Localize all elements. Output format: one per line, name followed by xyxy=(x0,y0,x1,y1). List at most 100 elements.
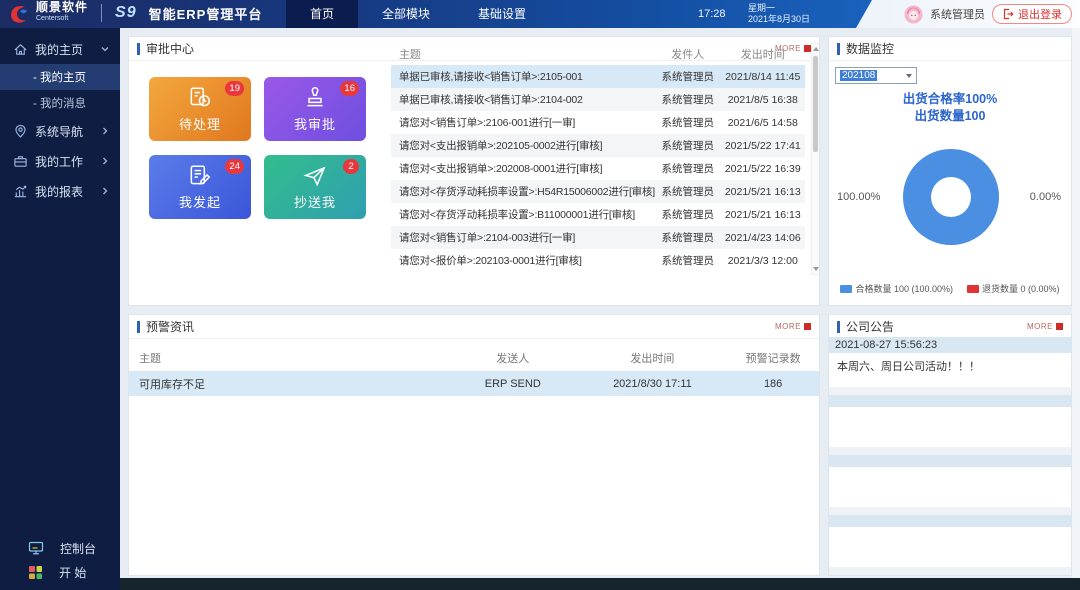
company-logo-icon xyxy=(8,2,30,24)
sidebar-item-label: 系统导航 xyxy=(35,123,93,140)
col-header-subject: 主题 xyxy=(129,345,448,371)
tile-cc-to-me[interactable]: 2 抄送我 xyxy=(264,155,366,219)
cell-time: 2021/8/5 16:38 xyxy=(721,88,805,111)
scrollbar-thumb[interactable] xyxy=(813,56,818,152)
more-icon xyxy=(1056,323,1063,330)
pass-rate-stat: 出货合格率100% xyxy=(829,91,1071,108)
alerts-panel: 预警资讯 MORE 主题 发送人 发出时间 预警记录数 可用库存不足 ERP S… xyxy=(128,314,820,576)
sidebar-subitem-my-messages[interactable]: - 我的消息 xyxy=(0,90,120,116)
chevron-right-icon xyxy=(100,186,110,196)
period-select[interactable]: 202108 xyxy=(835,67,917,84)
cell-sender: 系统管理员 xyxy=(655,157,721,180)
donut-hole xyxy=(931,177,971,217)
cell-sender: 系统管理员 xyxy=(655,203,721,226)
date-label: 2021年8月30日 xyxy=(748,14,810,25)
cell-time: 2021/6/5 14:58 xyxy=(721,111,805,134)
more-icon xyxy=(804,45,811,52)
scroll-down-icon[interactable] xyxy=(813,267,819,271)
approval-table-scrollbar[interactable] xyxy=(811,43,820,275)
col-header-time: 发出时间 xyxy=(721,43,805,65)
approval-table-row[interactable]: 请您对<报价单>:202103-0001进行[审核]系统管理员2021/3/3 … xyxy=(391,249,805,272)
page-scrollbar[interactable] xyxy=(1072,28,1080,578)
col-header-time: 发出时间 xyxy=(578,345,728,371)
chevron-down-icon xyxy=(906,74,912,78)
announcement-content xyxy=(829,467,1071,507)
col-header-record-count: 预警记录数 xyxy=(727,345,819,371)
tile-pending[interactable]: 19 待处理 xyxy=(149,77,251,141)
more-label: MORE xyxy=(1027,322,1053,331)
announcement-item-empty xyxy=(829,395,1071,447)
cell-sender: 系统管理员 xyxy=(655,111,721,134)
sidebar-item-my-home[interactable]: 我的主页 xyxy=(0,34,120,64)
approval-table-row[interactable]: 请您对<支出报销单>:202008-0001进行[审核]系统管理员2021/5/… xyxy=(391,157,805,180)
cell-time: 2021/5/22 17:41 xyxy=(721,134,805,157)
approval-table-row[interactable]: 请您对<销售订单>:2106-001进行[一审]系统管理员2021/6/5 14… xyxy=(391,111,805,134)
announcement-date xyxy=(829,395,1071,407)
announcement-item-empty xyxy=(829,515,1071,567)
sidebar-item-label: 我的主页 xyxy=(35,41,93,58)
donut-chart xyxy=(903,149,999,245)
cell-record-count: 186 xyxy=(727,371,819,396)
doc-edit-icon xyxy=(187,163,213,189)
cell-time: 2021/8/14 11:45 xyxy=(721,65,805,88)
donut-label-left: 100.00% xyxy=(837,191,880,203)
announcement-content xyxy=(829,527,1071,567)
logout-button[interactable]: 退出登录 xyxy=(992,4,1072,24)
approval-table-row[interactable]: 单据已审核,请接收<销售订单>:2105-001系统管理员2021/8/14 1… xyxy=(391,65,805,88)
scroll-up-icon[interactable] xyxy=(813,47,819,51)
approval-table-row[interactable]: 请您对<支出报销单>:202105-0002进行[审核]系统管理员2021/5/… xyxy=(391,134,805,157)
sidebar-item-my-reports[interactable]: 我的报表 xyxy=(0,176,120,206)
weekday-label: 星期一 xyxy=(748,3,810,14)
sidebar-subitem-my-home[interactable]: - 我的主页 xyxy=(0,64,120,90)
alerts-more-button[interactable]: MORE xyxy=(775,322,811,331)
cell-subject: 单据已审核,请接收<销售订单>:2104-002 xyxy=(391,88,655,111)
approval-table: 主题 发件人 发出时间 单据已审核,请接收<销售订单>:2105-001系统管理… xyxy=(391,43,805,272)
cell-sender: 系统管理员 xyxy=(655,88,721,111)
cell-time: 2021/5/21 16:13 xyxy=(721,180,805,203)
console-button[interactable]: 控制台 xyxy=(0,536,120,560)
data-monitor-panel: 数据监控 202108 出货合格率100% 出货数量100 100.00% 0.… xyxy=(828,36,1072,306)
cell-subject: 单据已审核,请接收<销售订单>:2105-001 xyxy=(391,65,655,88)
approval-table-row[interactable]: 请您对<销售订单>:2104-003进行[一审]系统管理员2021/4/23 1… xyxy=(391,226,805,249)
approval-table-row[interactable]: 请您对<存货浮动耗损率设置>:H54R15006002进行[审核]系统管理员20… xyxy=(391,180,805,203)
logout-label: 退出登录 xyxy=(1018,6,1062,22)
cell-subject: 请您对<报价单>:202103-0001进行[审核] xyxy=(391,249,655,272)
tile-initiated-by-me[interactable]: 24 我发起 xyxy=(149,155,251,219)
sidebar-item-my-work[interactable]: 我的工作 xyxy=(0,146,120,176)
shipment-qty-stat: 出货数量100 xyxy=(829,108,1071,125)
clock-time: 17:28 xyxy=(698,0,726,28)
tile-my-approvals[interactable]: 16 我审批 xyxy=(264,77,366,141)
cc-count-badge: 2 xyxy=(343,159,359,174)
start-icon xyxy=(28,565,43,580)
logout-icon xyxy=(1002,8,1014,20)
approval-table-row[interactable]: 单据已审核,请接收<销售订单>:2104-002系统管理员2021/8/5 16… xyxy=(391,88,805,111)
announcement-item[interactable]: 2021-08-27 15:56:23 本周六、周日公司活动！！！ xyxy=(829,337,1071,387)
cell-subject: 请您对<销售订单>:2104-003进行[一审] xyxy=(391,226,655,249)
tile-label: 我发起 xyxy=(179,192,221,211)
nav-tab-basic-settings[interactable]: 基础设置 xyxy=(454,0,550,28)
sidebar-item-label: 我的报表 xyxy=(35,183,93,200)
alerts-table-row[interactable]: 可用库存不足 ERP SEND 2021/8/30 17:11 186 xyxy=(129,371,819,396)
announcement-date xyxy=(829,455,1071,467)
col-header-sender: 发送人 xyxy=(448,345,578,371)
tile-label: 我审批 xyxy=(294,114,336,133)
cell-sender: 系统管理员 xyxy=(655,180,721,203)
cell-subject: 请您对<支出报销单>:202008-0001进行[审核] xyxy=(391,157,655,180)
user-avatar[interactable] xyxy=(904,5,923,24)
nav-tab-all-modules[interactable]: 全部模块 xyxy=(358,0,454,28)
chart-legend: 合格数量 100 (100.00%) 退货数量 0 (0.00%) xyxy=(829,282,1071,295)
start-button[interactable]: 开 始 xyxy=(0,560,120,584)
top-navbar: 顺景软件 Centersoft S9 智能ERP管理平台 首页 全部模块 基础设… xyxy=(0,0,1080,28)
console-icon xyxy=(28,540,44,556)
announcements-more-button[interactable]: MORE xyxy=(1027,322,1063,331)
doc-clock-icon xyxy=(187,85,213,111)
legend-label: 合格数量 100 (100.00%) xyxy=(855,284,953,294)
nav-tab-home[interactable]: 首页 xyxy=(286,0,358,28)
sidebar-item-system-nav[interactable]: 系统导航 xyxy=(0,116,120,146)
approval-table-row[interactable]: 请您对<存货浮动耗损率设置>:B11000001进行[审核]系统管理员2021/… xyxy=(391,203,805,226)
top-navigation: 首页 全部模块 基础设置 xyxy=(286,0,550,28)
bar-chart-icon xyxy=(13,184,28,199)
announcement-date xyxy=(829,515,1071,527)
initiated-count-badge: 24 xyxy=(225,159,244,174)
briefcase-icon xyxy=(13,154,28,169)
